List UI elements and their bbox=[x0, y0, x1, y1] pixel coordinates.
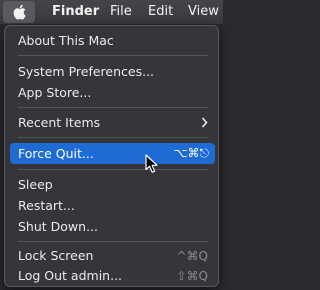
menu-item-app-store[interactable]: App Store... bbox=[5, 82, 218, 103]
menubar-file[interactable]: File bbox=[110, 4, 132, 19]
mouse-pointer-icon bbox=[145, 154, 158, 173]
menu-item-label: Force Quit... bbox=[18, 146, 94, 161]
apple-logo-icon bbox=[13, 4, 26, 20]
menu-separator bbox=[18, 241, 208, 242]
chevron-right-icon bbox=[201, 117, 208, 128]
menu-separator bbox=[18, 169, 208, 170]
menu-item-log-out[interactable]: Log Out admin... ⇧⌘Q bbox=[5, 265, 218, 286]
apple-menu-button[interactable] bbox=[3, 1, 35, 23]
menu-item-label: Lock Screen bbox=[18, 248, 94, 263]
apple-menu-dropdown: About This Mac System Preferences... App… bbox=[4, 25, 219, 287]
menu-item-about[interactable]: About This Mac bbox=[5, 30, 218, 51]
menu-item-force-quit[interactable]: Force Quit... ⌥⌘⎋ bbox=[10, 143, 215, 164]
menu-item-shortcut: ⌥⌘⎋ bbox=[173, 146, 209, 160]
menu-item-shut-down[interactable]: Shut Down... bbox=[5, 216, 218, 237]
menu-item-label: About This Mac bbox=[18, 33, 114, 48]
menu-bar: Finder File Edit View bbox=[0, 0, 223, 24]
menu-item-label: App Store... bbox=[18, 85, 92, 100]
menu-item-recent-items[interactable]: Recent Items bbox=[5, 112, 218, 133]
menu-item-system-preferences[interactable]: System Preferences... bbox=[5, 61, 218, 82]
menu-item-sleep[interactable]: Sleep bbox=[5, 174, 218, 195]
menu-item-label: Shut Down... bbox=[18, 219, 98, 234]
menu-item-shortcut: ⇧⌘Q bbox=[176, 268, 209, 283]
menu-separator bbox=[18, 137, 208, 138]
menu-item-shortcut: ^⌘Q bbox=[176, 248, 209, 263]
menu-item-label: System Preferences... bbox=[18, 64, 155, 79]
menubar-view[interactable]: View bbox=[188, 4, 219, 19]
menu-item-restart[interactable]: Restart... bbox=[5, 195, 218, 216]
menu-separator bbox=[18, 55, 208, 56]
menu-separator bbox=[18, 107, 208, 108]
menubar-edit[interactable]: Edit bbox=[148, 4, 173, 19]
menubar-finder[interactable]: Finder bbox=[52, 4, 99, 19]
menu-item-lock-screen[interactable]: Lock Screen ^⌘Q bbox=[5, 245, 218, 266]
menu-item-label: Recent Items bbox=[18, 115, 101, 130]
menu-item-label: Log Out admin... bbox=[18, 268, 123, 283]
menu-item-label: Restart... bbox=[18, 198, 75, 213]
menu-item-label: Sleep bbox=[18, 177, 53, 192]
